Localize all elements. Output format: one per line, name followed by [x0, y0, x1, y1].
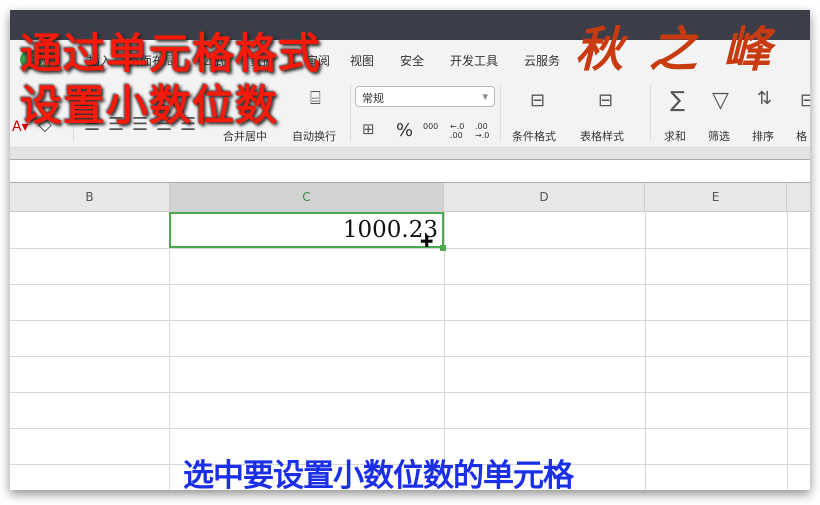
- conditional-format-button[interactable]: 条件格式: [512, 128, 556, 144]
- fill-handle[interactable]: [440, 245, 446, 251]
- logo: 秋之峰: [575, 22, 798, 78]
- thousands-button[interactable]: 000: [423, 122, 438, 131]
- percent-button[interactable]: %: [396, 120, 413, 141]
- format-button[interactable]: 格: [796, 128, 807, 144]
- column-header-e[interactable]: E: [645, 183, 787, 212]
- filter-icon: ▽: [712, 88, 729, 113]
- chevron-down-icon: ▾: [482, 90, 488, 103]
- conditional-format-icon: ⊟: [530, 90, 546, 111]
- gridline: [10, 356, 810, 357]
- sum-button[interactable]: 求和: [664, 128, 686, 144]
- tab-developer[interactable]: 开发工具: [450, 52, 498, 69]
- tab-view[interactable]: 视图: [350, 52, 374, 69]
- gridline: [10, 392, 810, 393]
- increase-decimal-button[interactable]: ←.0 .00: [450, 122, 466, 140]
- gridline: [169, 212, 170, 490]
- currency-format-icon[interactable]: ⊞: [362, 122, 375, 137]
- table-style-icon: ⊟: [598, 90, 614, 111]
- gridline: [10, 248, 810, 249]
- divider: [650, 84, 651, 142]
- number-format-dropdown[interactable]: 常规 ▾: [355, 86, 495, 107]
- gridline: [787, 212, 788, 490]
- cursor-cross-icon: ✚: [420, 232, 434, 251]
- gridline: [10, 320, 810, 321]
- overlay-caption: 选中要设置小数位数的单元格: [183, 458, 574, 494]
- formula-bar[interactable]: [10, 161, 810, 183]
- format-icon: ⊟: [800, 90, 810, 111]
- selected-cell-c[interactable]: 1000.23: [169, 212, 444, 248]
- divider: [350, 84, 351, 142]
- sort-button[interactable]: 排序: [752, 128, 774, 144]
- gridline: [10, 284, 810, 285]
- column-header-row: B C D E: [10, 183, 810, 212]
- overlay-title-line2: 设置小数位数: [20, 81, 279, 130]
- tab-security[interactable]: 安全: [400, 52, 424, 69]
- gridline: [645, 212, 646, 490]
- table-style-button[interactable]: 表格样式: [580, 128, 624, 144]
- column-header-d[interactable]: D: [444, 183, 645, 212]
- wrap-text-icon[interactable]: ⌸: [310, 90, 321, 108]
- gridline: [10, 428, 810, 429]
- wrap-text-button[interactable]: 自动换行: [292, 128, 336, 144]
- column-header-c[interactable]: C: [170, 183, 444, 212]
- tab-cloud[interactable]: 云服务: [524, 52, 560, 69]
- sum-icon: ∑: [670, 88, 685, 113]
- sort-icon: ⇅: [757, 88, 773, 109]
- filter-button[interactable]: 筛选: [708, 128, 730, 144]
- decrease-decimal-button[interactable]: .00 →.0: [475, 122, 491, 140]
- divider: [500, 84, 501, 142]
- gridline: [444, 212, 445, 490]
- toolbar-strip: [10, 148, 810, 160]
- number-format-value: 常规: [362, 92, 384, 105]
- column-header-b[interactable]: B: [10, 183, 170, 212]
